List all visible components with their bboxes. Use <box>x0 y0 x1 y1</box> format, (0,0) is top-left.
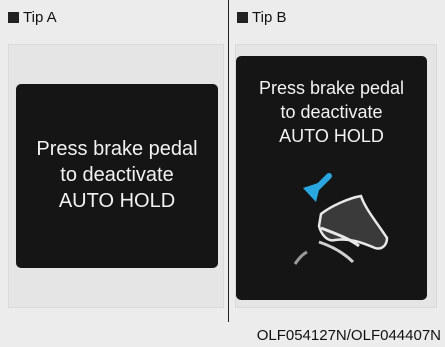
tip-b-title: Tip B <box>252 9 287 26</box>
tip-b-display: Press brake pedal to deactivate AUTO HOL… <box>236 56 427 300</box>
tip-a-title: Tip A <box>23 9 57 26</box>
tip-a-display: Press brake pedal to deactivate AUTO HOL… <box>16 84 218 268</box>
tip-b-panel: Tip B Press brake pedal to deactivate AU… <box>229 0 445 322</box>
tip-a-message: Press brake pedal to deactivate AUTO HOL… <box>36 138 198 212</box>
tip-a-panel: Tip A Press brake pedal to deactivate AU… <box>0 0 228 322</box>
square-bullet-icon <box>8 12 19 23</box>
tip-a-header: Tip A <box>8 9 57 26</box>
tip-b-message: Press brake pedal to deactivate AUTO HOL… <box>258 78 405 146</box>
tip-b-header: Tip B <box>237 9 286 26</box>
brake-pedal-icon <box>293 173 389 265</box>
figure-caption: OLF054127N/OLF044407N <box>256 327 441 344</box>
square-bullet-icon <box>237 12 248 23</box>
